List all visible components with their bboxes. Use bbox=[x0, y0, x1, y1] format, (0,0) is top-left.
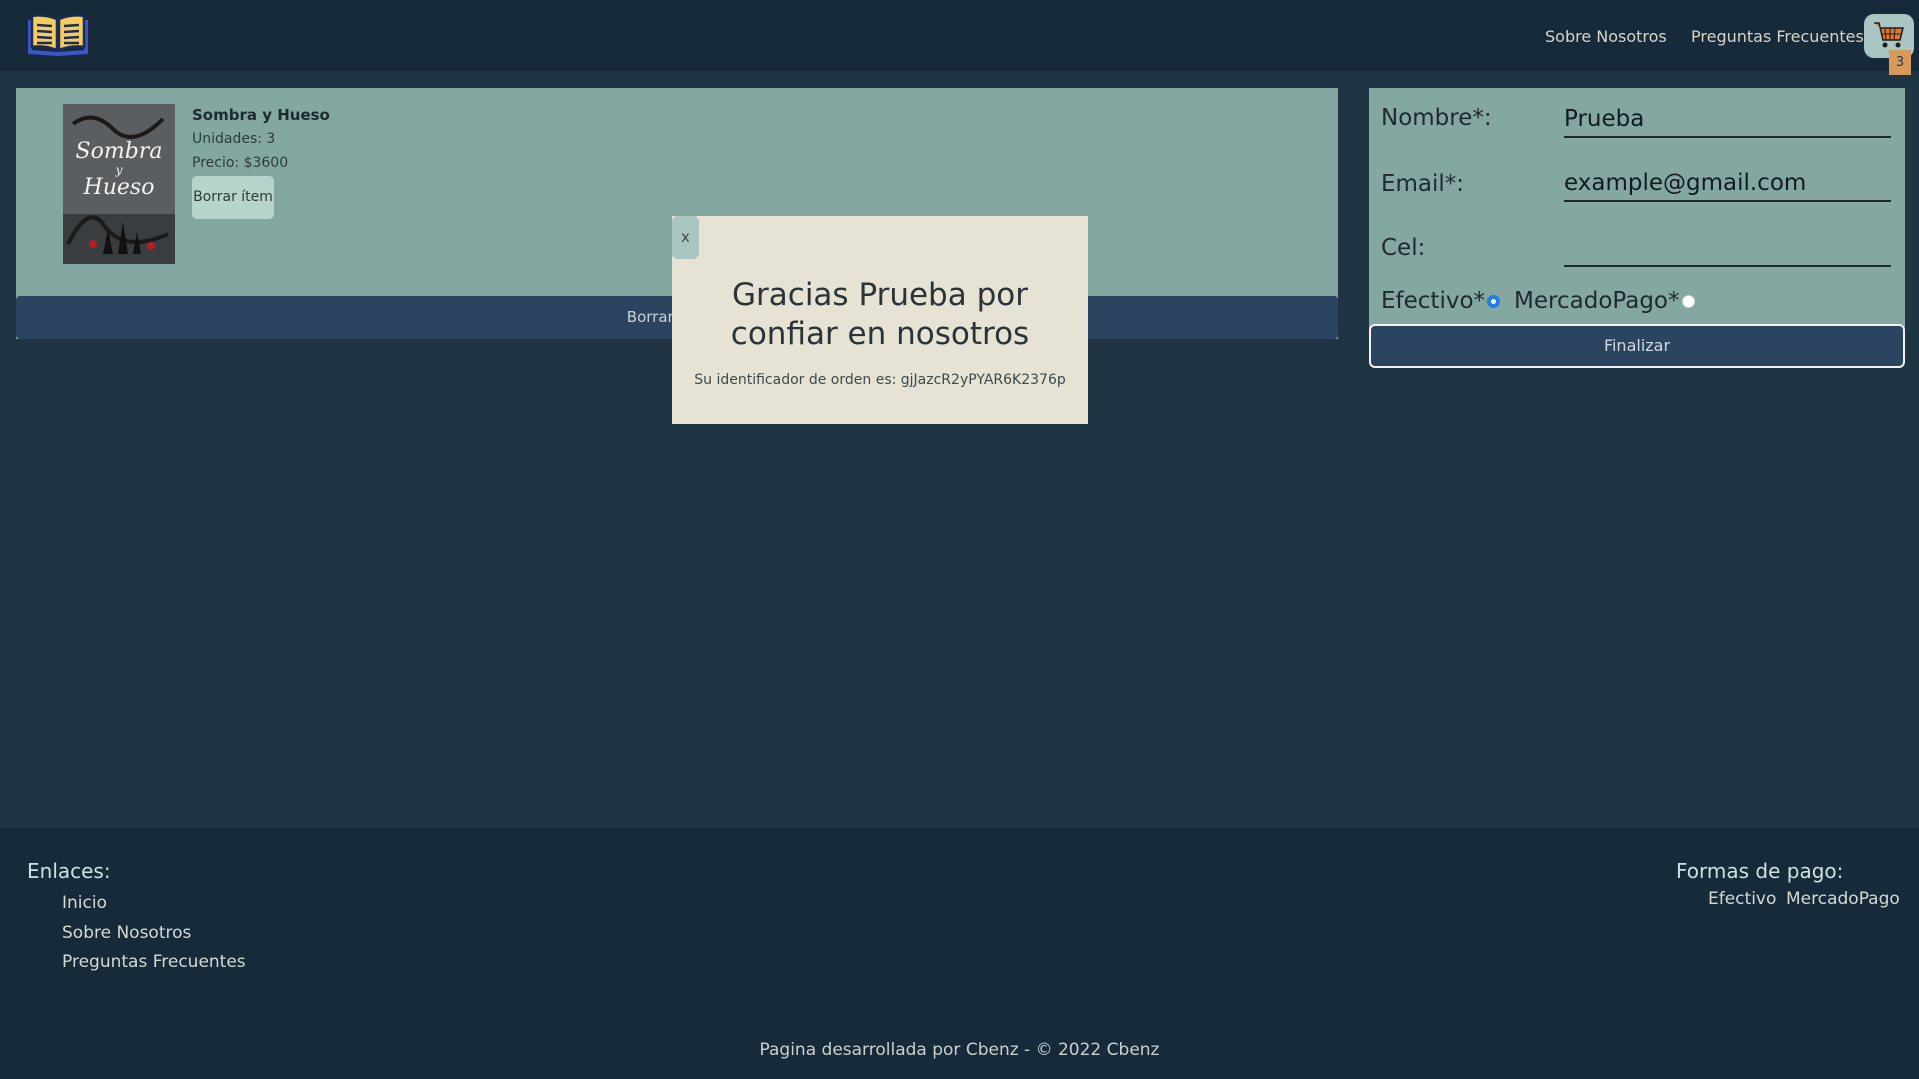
cart-count-badge: 3 bbox=[1889, 50, 1911, 75]
shopping-cart-icon bbox=[1874, 22, 1904, 48]
item-title: Sombra y Hueso bbox=[192, 106, 330, 124]
checkout-form: Nombre*: Email*: Cel: Efectivo* MercadoPa… bbox=[1369, 88, 1905, 328]
footer-payments-heading: Formas de pago: bbox=[1676, 859, 1844, 883]
name-label: Nombre*: bbox=[1381, 105, 1492, 131]
footer-links-heading: Enlaces: bbox=[27, 859, 111, 883]
footer-payment-cash: Efectivo bbox=[1708, 889, 1777, 909]
footer-link-faq[interactable]: Preguntas Frecuentes bbox=[62, 952, 246, 972]
footer-link-home[interactable]: Inicio bbox=[62, 893, 107, 913]
cash-radio[interactable] bbox=[1487, 295, 1501, 308]
name-field[interactable] bbox=[1564, 102, 1891, 138]
delete-item-button[interactable]: Borrar ítem bbox=[192, 176, 274, 219]
nav-link-faq[interactable]: Preguntas Frecuentes bbox=[1691, 27, 1864, 46]
close-button[interactable]: x bbox=[672, 216, 699, 259]
navbar: Sobre Nosotros Preguntas Frecuentes 3 bbox=[0, 0, 1919, 75]
book-logo-icon[interactable] bbox=[26, 12, 90, 58]
email-label: Email*: bbox=[1381, 171, 1465, 197]
nav-link-about[interactable]: Sobre Nosotros bbox=[1545, 27, 1667, 46]
mercadopago-radio[interactable] bbox=[1681, 295, 1695, 308]
payment-options: Efectivo* MercadoPago* bbox=[1381, 288, 1709, 314]
order-confirmation-modal: x Gracias Prueba por confiar en nosotros… bbox=[672, 216, 1088, 424]
book-cover-image: Sombra y Hueso bbox=[63, 104, 175, 264]
copyright: Pagina desarrollada por Cbenz - © 2022 C… bbox=[759, 1040, 1160, 1060]
phone-label: Cel: bbox=[1381, 235, 1426, 261]
cover-text: Hueso bbox=[83, 175, 155, 200]
item-units: Unidades: 3 bbox=[192, 131, 276, 147]
mercadopago-label: MercadoPago* bbox=[1514, 288, 1680, 314]
finish-button[interactable]: Finalizar bbox=[1369, 324, 1905, 368]
order-id-text: Su identificador de orden es: gjJazcR2yP… bbox=[694, 372, 1066, 388]
footer: Enlaces: Inicio Sobre Nosotros Preguntas… bbox=[0, 828, 1919, 1079]
cash-label: Efectivo* bbox=[1381, 288, 1486, 314]
footer-link-about[interactable]: Sobre Nosotros bbox=[62, 923, 191, 943]
phone-field[interactable] bbox=[1564, 231, 1891, 267]
email-field[interactable] bbox=[1564, 166, 1891, 202]
item-price: Precio: $3600 bbox=[192, 155, 289, 171]
footer-payment-mercadopago: MercadoPago bbox=[1786, 889, 1900, 909]
modal-title: Gracias Prueba por confiar en nosotros bbox=[730, 277, 1030, 352]
cover-text: Sombra bbox=[75, 139, 163, 164]
